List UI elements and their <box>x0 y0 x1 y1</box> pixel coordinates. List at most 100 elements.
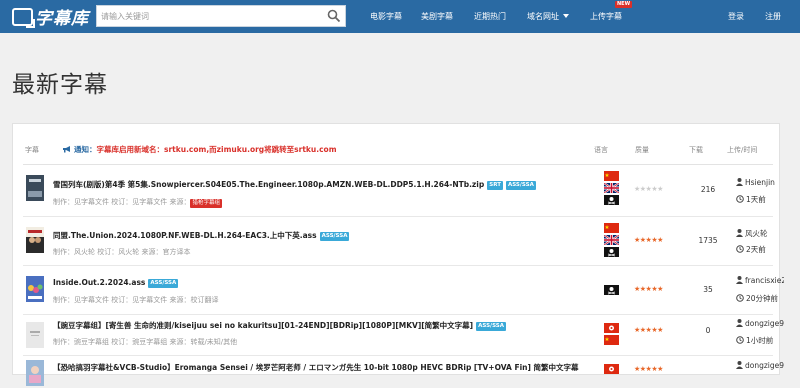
pirate-flag-icon <box>604 285 619 295</box>
clock-icon <box>736 195 744 203</box>
upload-time-text: 1天前 <box>746 195 766 204</box>
nav-upload-subtitles[interactable]: 上传字幕 <box>590 11 622 22</box>
search-box <box>96 5 346 27</box>
uploader-name: dongzige9 <box>745 361 784 370</box>
table-row: 【恐哈搞羽字幕社&VCB-Studio】Eromanga Sensei / 埃罗… <box>23 357 784 387</box>
column-header-subtitle: 字幕 <box>25 146 39 154</box>
uploader-link[interactable]: francisxie2 <box>736 276 784 285</box>
uploader-name: Hsienjin <box>745 178 775 187</box>
subtitle-title-link[interactable]: 雪国列车(剧版)第4季 第5集.Snowpiercer.S04E05.The.E… <box>53 179 536 190</box>
user-icon <box>736 178 743 186</box>
source-badge: 猎枪字幕组 <box>190 199 222 208</box>
table-row: 【豌豆字幕组】[寄生兽 生命的准则/kiseijuu sei no kakuri… <box>23 316 784 356</box>
poster-thumbnail[interactable] <box>26 276 44 302</box>
quality-rating-stars: ★★★★★ <box>634 185 663 193</box>
language-flags <box>604 285 620 297</box>
download-count: 216 <box>700 185 716 194</box>
column-header-upload-time: 上传/时间 <box>727 146 758 154</box>
language-flags <box>604 364 620 376</box>
download-count: 0 <box>705 326 711 335</box>
upload-time-text: 2天前 <box>746 245 766 254</box>
chevron-down-icon <box>563 14 569 18</box>
hong-kong-flag-icon <box>604 323 619 333</box>
table-row: 雪国列车(剧版)第4季 第5集.Snowpiercer.S04E05.The.E… <box>23 167 775 217</box>
format-tag: ASS/SSA <box>148 279 179 288</box>
uploader-link[interactable]: dongzige9 <box>736 361 784 370</box>
uploader-link[interactable]: Hsienjin <box>736 178 784 187</box>
subtitle-meta: 制作：见字幕文件 校订：见字幕文件 来源：校订翻译 <box>53 296 219 304</box>
download-count: 35 <box>703 285 713 294</box>
search-input[interactable] <box>101 8 311 24</box>
uploader-link[interactable]: 风火轮 <box>736 228 784 239</box>
user-icon <box>736 276 743 284</box>
subtitle-title-link[interactable]: 【恐哈搞羽字幕社&VCB-Studio】Eromanga Sensei / 埃罗… <box>53 362 579 373</box>
upload-time: 2天前 <box>736 244 766 255</box>
column-header-language: 语言 <box>594 146 608 154</box>
uploader-link[interactable]: dongzige9 <box>736 319 784 328</box>
upload-time-text: 20分钟前 <box>746 294 779 303</box>
format-tag: SRT <box>487 181 503 190</box>
hong-kong-flag-icon <box>604 364 619 374</box>
uploader-name: francisxie2 <box>745 276 784 285</box>
clock-icon <box>736 294 744 302</box>
clock-icon <box>736 245 744 253</box>
user-icon <box>736 229 743 237</box>
subtitle-title-link[interactable]: 同盟.The.Union.2024.1080P.NF.WEB-DL.H.264-… <box>53 230 350 241</box>
page-title: 最新字幕 <box>12 72 108 98</box>
upload-time-text: 1小时前 <box>746 336 774 345</box>
column-header-downloads: 下载 <box>689 146 703 154</box>
subtitle-meta: 制作：见字幕文件 校订：见字幕文件 来源： 猎枪字幕组 <box>53 197 222 208</box>
format-tag: ASS/SSA <box>505 181 536 190</box>
uploader-name: dongzige9 <box>745 319 784 328</box>
language-flags <box>604 171 620 207</box>
upload-time: 1小时前 <box>736 335 773 346</box>
poster-thumbnail[interactable] <box>26 227 44 253</box>
subtitle-title: Inside.Out.2.2024.ass <box>53 278 146 287</box>
top-navbar: 字幕库 电影字幕 美剧字幕 近期热门 域名网址 上传字幕 NEW 登录 注册 <box>0 0 800 33</box>
poster-thumbnail[interactable] <box>26 360 44 386</box>
new-badge: NEW <box>615 1 633 8</box>
subtitle-list-panel: 字幕 通知：字幕库启用新域名：srtku.com,而zimuku.org将跳转至… <box>12 123 784 386</box>
language-flags <box>604 223 620 259</box>
pirate-flag-icon <box>604 247 619 257</box>
logo-text: 字幕库 <box>35 9 89 29</box>
china-flag-icon <box>604 171 619 181</box>
china-flag-icon <box>604 223 619 233</box>
nav-movie-subtitles[interactable]: 电影字幕 <box>370 11 402 22</box>
subtitle-title-link[interactable]: 【豌豆字幕组】[寄生兽 生命的准则/kiseijuu sei no kakuri… <box>53 320 506 331</box>
uploader-name: 风火轮 <box>745 229 768 238</box>
download-count: 1735 <box>698 236 718 245</box>
nav-us-tv-subtitles[interactable]: 美剧字幕 <box>421 11 453 22</box>
pirate-flag-icon <box>604 195 619 205</box>
subtitle-meta: 制作：风火轮 校订：风火轮 来源：官方译本 <box>53 248 191 256</box>
language-flags <box>604 323 620 347</box>
nav-domain-dropdown[interactable]: 域名网址 <box>527 11 569 22</box>
poster-thumbnail[interactable] <box>26 322 44 348</box>
table-row: Inside.Out.2.2024.ass ASS/SSA 制作：见字幕文件 校订… <box>23 267 784 315</box>
subtitle-title: 雪国列车(剧版)第4季 第5集.Snowpiercer.S04E05.The.E… <box>53 180 485 189</box>
megaphone-icon <box>63 146 70 153</box>
table-row: 同盟.The.Union.2024.1080P.NF.WEB-DL.H.264-… <box>23 218 773 266</box>
poster-thumbnail[interactable] <box>26 175 44 201</box>
register-link[interactable]: 注册 <box>765 11 781 22</box>
search-icon[interactable] <box>327 9 341 23</box>
subtitle-title: 同盟.The.Union.2024.1080P.NF.WEB-DL.H.264-… <box>53 231 317 240</box>
meta-text: 制作：见字幕文件 校订：见字幕文件 来源： <box>53 198 191 206</box>
uk-flag-icon <box>604 183 619 193</box>
login-link[interactable]: 登录 <box>728 11 744 22</box>
notice-text: 字幕库启用新域名：srtku.com,而zimuku.org将跳转至srtku.… <box>96 145 337 154</box>
subtitle-meta: 制作：豌豆字幕组 校订：豌豆字幕组 来源：转载/未知/其他 <box>53 338 238 346</box>
nav-trending[interactable]: 近期热门 <box>474 11 506 22</box>
notice-bar: 通知：字幕库启用新域名：srtku.com,而zimuku.org将跳转至srt… <box>62 144 337 155</box>
quality-rating-stars: ★★★★★ <box>634 326 663 334</box>
nav-domain-label: 域名网址 <box>527 12 559 21</box>
quality-rating-stars: ★★★★★ <box>634 285 663 293</box>
format-tag: ASS/SSA <box>476 322 506 331</box>
quality-rating-stars: ★★★★★ <box>634 365 663 373</box>
quality-rating-stars: ★★★★★ <box>634 236 663 244</box>
clock-icon <box>736 336 744 344</box>
subtitle-title-link[interactable]: Inside.Out.2.2024.ass ASS/SSA <box>53 278 179 288</box>
site-logo[interactable]: 字幕库 <box>12 6 89 29</box>
column-header-quality: 质量 <box>635 146 649 154</box>
china-flag-icon <box>604 335 619 345</box>
